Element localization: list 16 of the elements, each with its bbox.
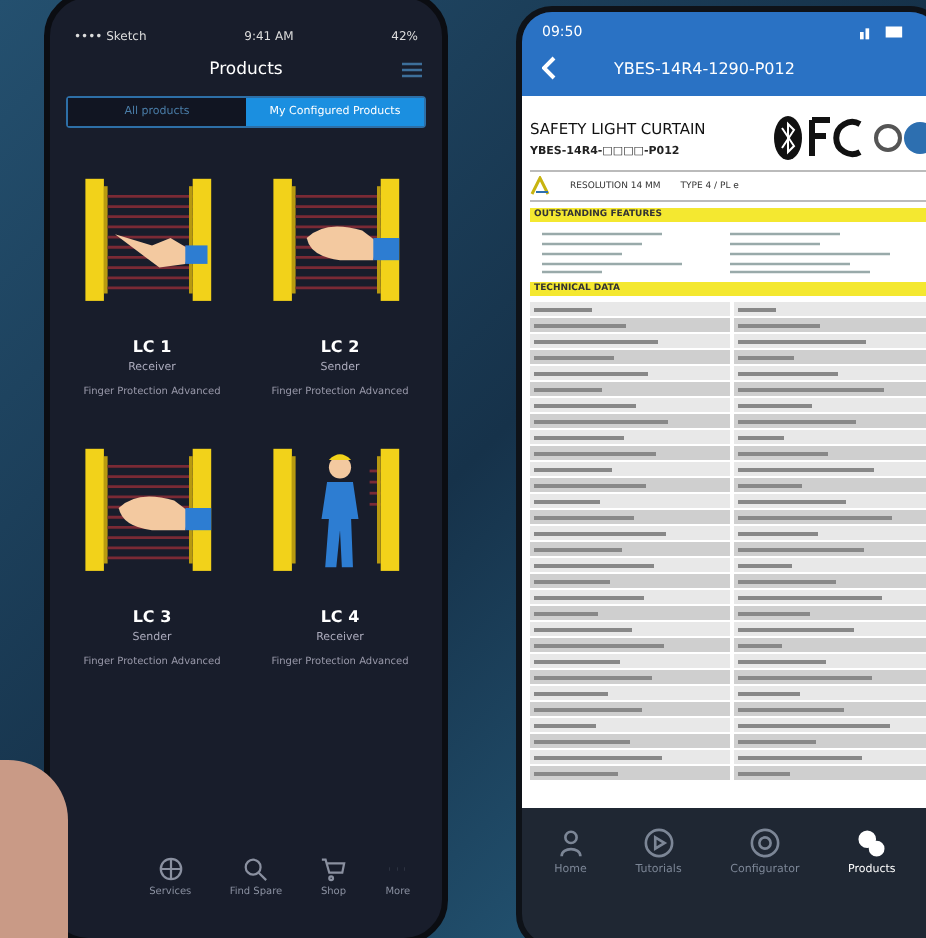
product-name: LC 1 [132, 338, 172, 356]
product-name: LC 4 [320, 608, 360, 626]
menu-icon[interactable] [402, 62, 422, 78]
search-icon [242, 856, 269, 882]
person-icon [555, 828, 586, 858]
product-name: LC 2 [320, 338, 360, 356]
back-icon[interactable] [542, 56, 558, 80]
screen-title: YBES-14R4-1290-P012 [614, 59, 795, 77]
cart-icon [320, 856, 347, 882]
product-name: LC 3 [132, 608, 172, 626]
signal-battery-icon [860, 24, 904, 40]
screen-title: Products [209, 60, 283, 80]
resolution-icon [530, 176, 550, 196]
target-icon [749, 828, 780, 858]
play-icon [643, 828, 674, 858]
globe-icon [157, 856, 184, 882]
